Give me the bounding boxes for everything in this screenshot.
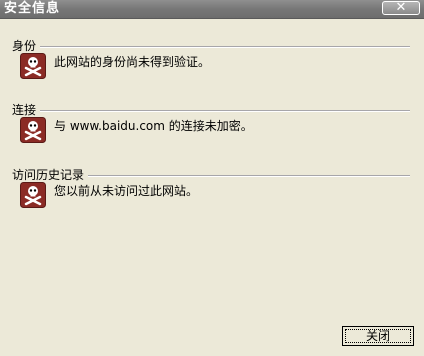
- section-divider: [12, 46, 410, 48]
- identity-message: 此网站的身份尚未得到验证。: [54, 55, 211, 69]
- visit-history-heading: 访问历史记录: [12, 168, 89, 182]
- connection-section: 连接 与 www.baidu.com 的连接未加密。: [12, 103, 410, 173]
- title-bar: 安全信息 ✕: [0, 0, 424, 19]
- skull-crossbones-icon: [20, 117, 46, 143]
- connection-message: 与 www.baidu.com 的连接未加密。: [54, 119, 253, 133]
- identity-section: 身份 此网站的身份尚未得到验证。: [12, 39, 410, 109]
- visit-history-message: 您以前从未访问过此网站。: [54, 184, 199, 198]
- close-button-label: 关闭: [365, 329, 390, 343]
- skull-crossbones-icon: [20, 53, 46, 79]
- skull-crossbones-icon: [20, 182, 46, 208]
- close-icon: ✕: [395, 0, 407, 15]
- connection-heading: 连接: [12, 103, 41, 117]
- close-window-button[interactable]: ✕: [382, 0, 420, 15]
- identity-heading: 身份: [12, 39, 41, 53]
- window-title: 安全信息: [4, 1, 61, 16]
- close-button[interactable]: 关闭: [342, 326, 414, 346]
- visit-history-section: 访问历史记录 您以前从未访问过此网站。: [12, 168, 410, 238]
- security-info-dialog: 安全信息 ✕ 身份 此网站的身份尚未得到验证。 连接 与 www.baidu.c…: [0, 0, 424, 356]
- section-divider: [12, 110, 410, 112]
